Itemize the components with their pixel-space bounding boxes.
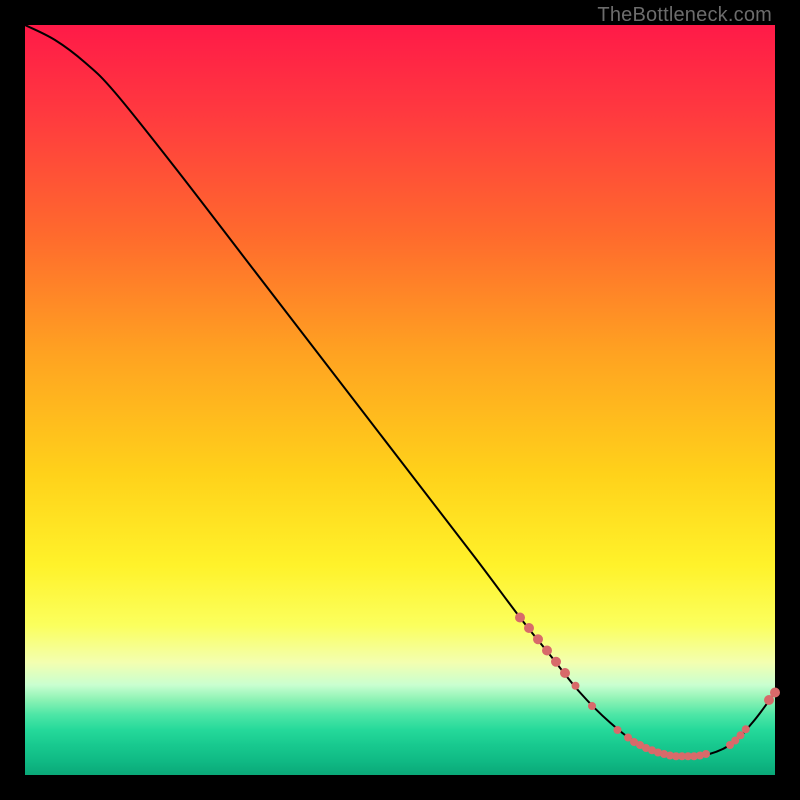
curve-marker [737,731,745,739]
curve-marker [702,750,710,758]
curve-marker [560,668,570,678]
marker-layer [515,613,780,761]
curve-marker [770,688,780,698]
curve-marker [614,726,622,734]
curve-marker [524,623,534,633]
curve-marker [742,725,750,733]
curve-marker [542,646,552,656]
curve-marker [551,657,561,667]
bottleneck-curve-path [25,25,775,758]
watermark-text: TheBottleneck.com [597,4,772,27]
curve-marker [588,702,596,710]
plot-area [25,25,775,775]
chart-stage: TheBottleneck.com [0,0,800,800]
curve-marker [572,682,580,690]
curve-marker [533,634,543,644]
curve-marker [515,613,525,623]
chart-svg [25,25,775,775]
